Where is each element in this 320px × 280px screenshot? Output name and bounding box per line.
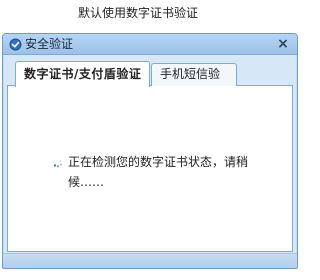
dialog-title: 安全验证 bbox=[25, 37, 74, 51]
security-verification-dialog: 安全验证 × 数字证书/支付盾验证 手机短信验证 正在检测您的数字证书状态，请稍… bbox=[2, 33, 298, 269]
loading-spinner-icon bbox=[53, 160, 62, 168]
dialog-footer-bar bbox=[3, 253, 297, 268]
security-shield-icon bbox=[9, 38, 22, 51]
certificate-check-status: 正在检测您的数字证书状态，请稍候…… bbox=[68, 155, 249, 189]
close-button[interactable]: × bbox=[275, 35, 291, 53]
page-caption: 默认使用数字证书验证 bbox=[77, 6, 198, 20]
tab-digital-certificate[interactable]: 数字证书/支付盾验证 bbox=[15, 61, 151, 87]
tab-sms-verification[interactable]: 手机短信验证 bbox=[151, 63, 237, 102]
tab-strip: 数字证书/支付盾验证 手机短信验证 bbox=[7, 60, 293, 102]
tab-content-panel: 正在检测您的数字证书状态，请稍候…… bbox=[7, 86, 293, 252]
dialog-titlebar: 安全验证 × bbox=[3, 34, 297, 55]
